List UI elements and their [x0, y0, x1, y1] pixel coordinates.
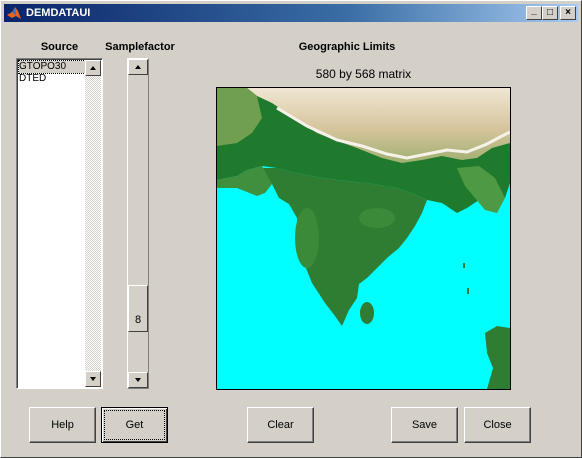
scroll-down-button[interactable]: [85, 371, 101, 387]
clear-button[interactable]: Clear: [247, 407, 314, 443]
source-label: Source: [40, 41, 79, 53]
slider-up-button[interactable]: [128, 59, 148, 75]
matrix-size-label: 580 by 568 matrix: [315, 67, 412, 81]
terrain-map[interactable]: [216, 87, 511, 390]
close-button[interactable]: Close: [464, 407, 531, 443]
slider-thumb[interactable]: 8: [128, 285, 148, 332]
window-title: DEMDATAUI: [26, 7, 91, 19]
demdataui-window: DEMDATAUI _ □ × Source Samplefactor Geog…: [0, 0, 582, 458]
minimize-button[interactable]: _: [526, 6, 542, 20]
arrow-down-icon: [135, 378, 141, 382]
scroll-up-button[interactable]: [85, 60, 101, 76]
maximize-icon: □: [546, 7, 554, 18]
get-button[interactable]: Get: [101, 407, 168, 443]
slider-down-button[interactable]: [128, 372, 148, 388]
samplefactor-slider[interactable]: 8: [127, 58, 149, 389]
arrow-up-icon: [90, 66, 96, 70]
source-list-item[interactable]: DTED: [19, 73, 85, 85]
close-window-button[interactable]: ×: [560, 6, 576, 20]
minimize-icon: _: [531, 5, 537, 16]
samplefactor-value: 8: [134, 314, 142, 326]
arrow-down-icon: [90, 377, 96, 381]
title-bar[interactable]: DEMDATAUI _ □ ×: [4, 4, 578, 22]
samplefactor-label: Samplefactor: [105, 41, 175, 53]
close-icon: ×: [565, 7, 571, 18]
arrow-up-icon: [135, 65, 141, 69]
help-button[interactable]: Help: [29, 407, 96, 443]
maximize-button[interactable]: □: [542, 6, 558, 20]
south-asia-elevation-map: [217, 88, 510, 389]
matlab-logo-icon: [7, 7, 21, 19]
source-scrollbar[interactable]: [85, 60, 101, 387]
save-button[interactable]: Save: [391, 407, 458, 443]
source-listbox[interactable]: GTOPO30 DTED: [16, 58, 103, 389]
geographic-limits-label: Geographic Limits: [298, 41, 396, 53]
source-list-item[interactable]: GTOPO30: [18, 60, 86, 74]
